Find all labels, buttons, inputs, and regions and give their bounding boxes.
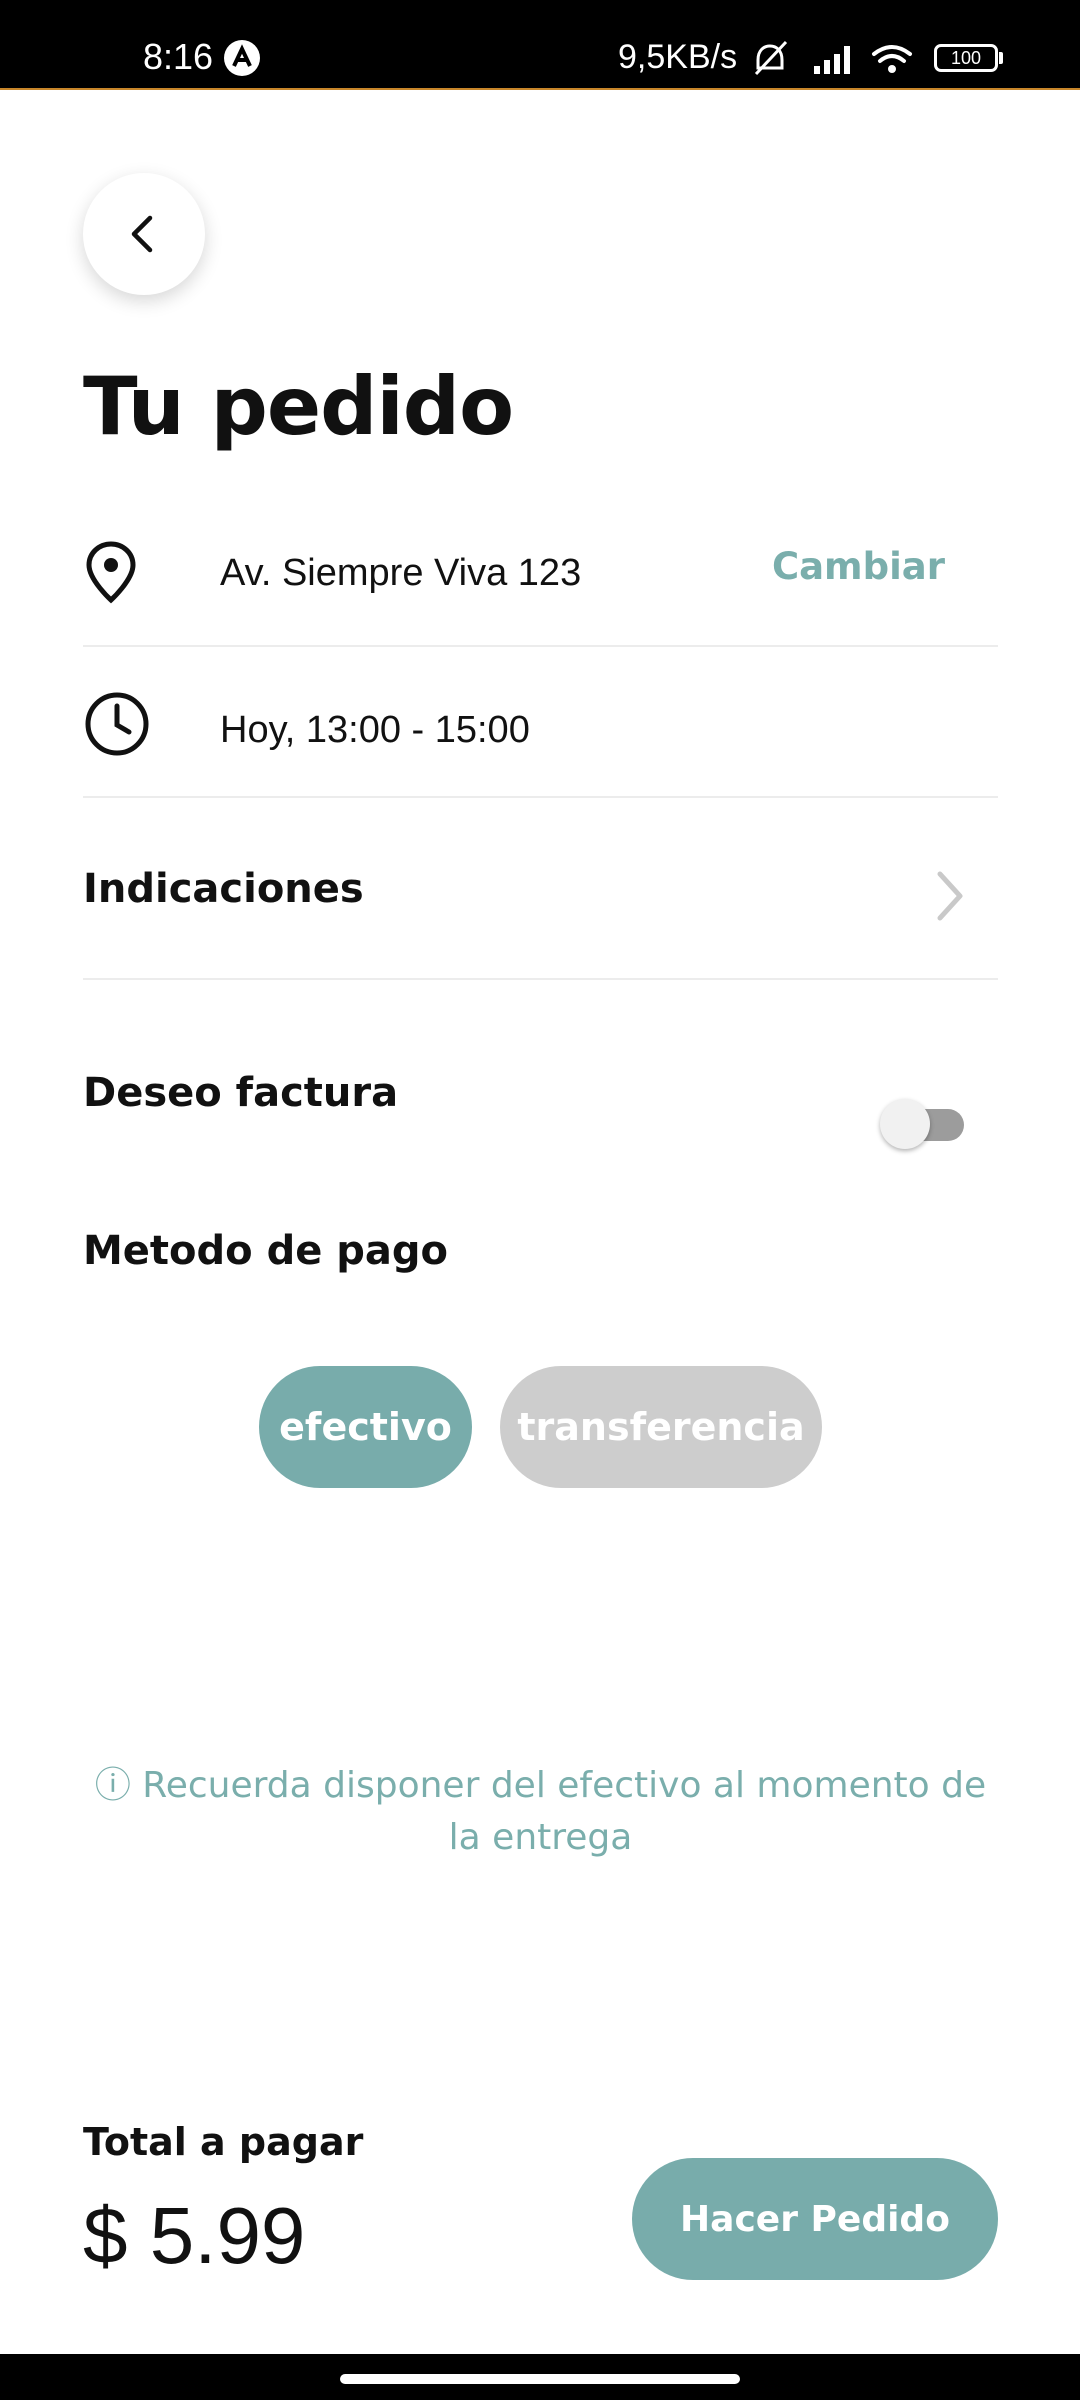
navigation-bar [0,2354,1080,2400]
status-icons [754,40,912,76]
clock-icon [85,692,149,756]
payment-option-cash[interactable]: efectivo [259,1366,472,1488]
status-bar: 8:16 9,5KB/s 100 [0,0,1080,90]
network-speed: 9,5KB/s [618,38,738,76]
payment-option-transfer[interactable]: transferencia [500,1366,822,1488]
location-pin-icon [86,541,136,604]
order-screen: Tu pedido Av. Siempre Viva 123 Cambiar H… [0,90,1080,2354]
address-row: Av. Siempre Viva 123 Cambiar [83,535,998,647]
schedule-text: Hoy, 13:00 - 15:00 [220,709,530,751]
place-order-button[interactable]: Hacer Pedido [632,2158,998,2280]
schedule-row[interactable]: Hoy, 13:00 - 15:00 [83,645,998,798]
wifi-icon [872,45,912,73]
back-button[interactable] [83,173,205,295]
chevron-left-icon [131,215,153,253]
change-address-link[interactable]: Cambiar [772,545,945,588]
address-text: Av. Siempre Viva 123 [220,552,582,594]
payment-method-label: Metodo de pago [83,1228,448,1274]
indications-row[interactable]: Indicaciones [83,796,998,980]
chevron-right-icon [937,871,963,921]
signal-icon [814,46,850,74]
status-time: 8:16 [143,36,214,77]
toggle-knob [880,1099,930,1149]
indications-label: Indicaciones [83,866,364,912]
battery-tip [999,52,1003,64]
home-indicator[interactable] [340,2374,740,2384]
total-value: $ 5.99 [83,2191,306,2280]
mute-icon [754,40,788,76]
cash-reminder-note: ⓘ Recuerda disponer del efectivo al mome… [94,1765,987,1858]
invoice-label: Deseo factura [83,1070,399,1116]
total-label: Total a pagar [83,2120,364,2164]
invoice-toggle[interactable] [880,1095,968,1151]
battery-icon: 100 [934,44,998,72]
page-title: Tu pedido [83,360,514,453]
alert-icon [224,40,260,76]
